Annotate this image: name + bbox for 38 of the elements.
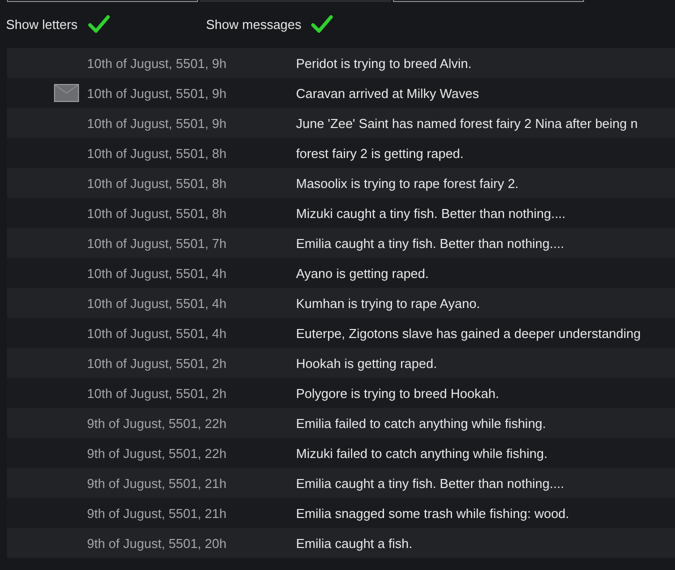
- log-date: 9th of Jugust, 5501, 22h: [87, 446, 228, 460]
- log-date: 9th of Jugust, 5501, 20h: [87, 536, 228, 550]
- log-date: 10th of Jugust, 5501, 2h: [87, 356, 228, 370]
- log-date: 10th of Jugust, 5501, 9h: [87, 86, 228, 100]
- log-message: Emilia caught a fish.: [296, 536, 412, 550]
- log-date: 10th of Jugust, 5501, 9h: [87, 116, 228, 130]
- log-message: Emilia snagged some trash while fishing: wood.: [296, 506, 570, 520]
- log-date: 10th of Jugust, 5501, 2h: [87, 386, 228, 400]
- log-message: Euterpe, Zigotons slave has gained a deeper understanding: [296, 326, 641, 340]
- log-message: Polygore is trying to breed Hookah.: [296, 386, 500, 400]
- log-message: Mizuki caught a tiny fish. Better than nothing....: [296, 206, 566, 220]
- filter-label: Show letters: [6, 16, 78, 32]
- log-date: 10th of Jugust, 5501, 8h: [87, 176, 228, 190]
- log-date: 10th of Jugust, 5501, 4h: [87, 266, 228, 280]
- log-date: 10th of Jugust, 5501, 4h: [87, 296, 228, 310]
- log-message: June 'Zee' Saint has named forest fairy 2 Nina after being n: [296, 116, 638, 130]
- log-message: Kumhan is trying to rape Ayano.: [296, 296, 480, 310]
- log-message: Mizuki failed to catch anything while fishing.: [296, 446, 548, 460]
- log-message: Hookah is getting raped.: [296, 356, 437, 370]
- log-message: Emilia caught a tiny fish. Better than nothing....: [296, 236, 564, 250]
- log-message: Ayano is getting raped.: [296, 266, 429, 280]
- checkmark-icon[interactable]: [88, 14, 110, 34]
- log-message: Emilia failed to catch anything while fishing.: [296, 416, 546, 430]
- log-date: 10th of Jugust, 5501, 9h: [87, 56, 228, 70]
- checkmark-icon[interactable]: [311, 14, 334, 34]
- log-date: 10th of Jugust, 5501, 8h: [87, 206, 228, 220]
- log-date: 10th of Jugust, 5501, 4h: [87, 326, 228, 340]
- log-date: 10th of Jugust, 5501, 7h: [87, 236, 228, 250]
- log-date: 9th of Jugust, 5501, 22h: [87, 416, 228, 430]
- log-message: Caravan arrived at Milky Waves: [296, 86, 480, 100]
- log-date: 9th of Jugust, 5501, 21h: [87, 476, 228, 490]
- log-date: 10th of Jugust, 5501, 8h: [87, 146, 228, 160]
- log-message: Emilia caught a tiny fish. Better than nothing....: [296, 476, 564, 490]
- log-message: Masoolix is trying to rape forest fairy 2.: [296, 176, 519, 190]
- log-date: 9th of Jugust, 5501, 21h: [87, 506, 228, 520]
- log-message: forest fairy 2 is getting raped.: [296, 146, 464, 160]
- filter-label: Show messages: [206, 16, 302, 32]
- log-message: Peridot is trying to breed Alvin.: [296, 56, 472, 70]
